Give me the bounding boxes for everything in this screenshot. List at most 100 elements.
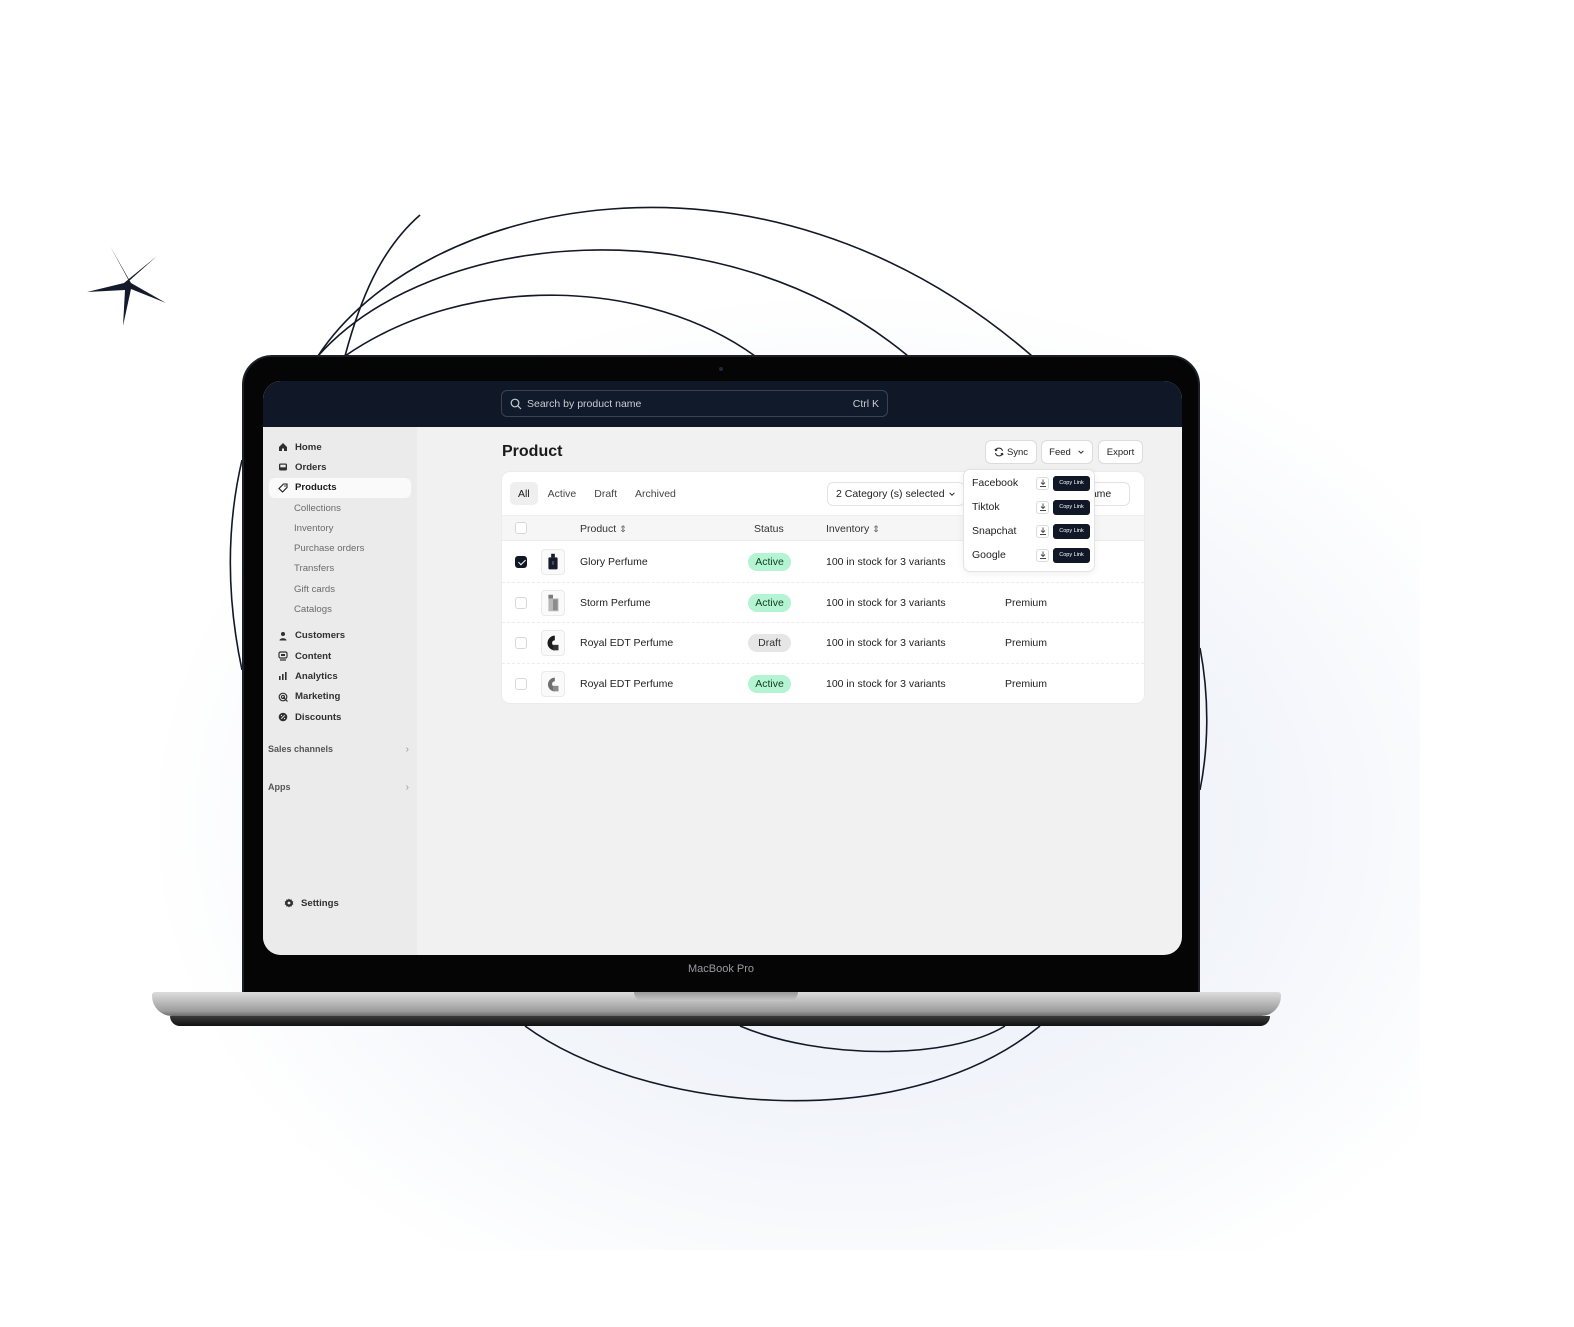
sidebar-item-label: Settings bbox=[301, 897, 339, 909]
sidebar-item-products[interactable]: Products bbox=[269, 477, 411, 498]
inventory-text: 100 in stock for 3 variants bbox=[826, 677, 946, 690]
export-button[interactable]: Export bbox=[1098, 440, 1143, 464]
status-badge: Active bbox=[748, 553, 791, 571]
sidebar-item-settings[interactable]: Settings bbox=[275, 893, 339, 913]
chevron-down-icon bbox=[948, 492, 955, 496]
product-type: Premium bbox=[1005, 677, 1048, 690]
sparkle-icon bbox=[87, 246, 166, 326]
copy-link-button[interactable]: Copy Link bbox=[1053, 499, 1090, 515]
sidebar-item-label: Discounts bbox=[295, 711, 342, 723]
camera-dot bbox=[719, 367, 723, 371]
feed-name: Tiktok bbox=[972, 501, 1000, 513]
tab-all[interactable]: All bbox=[510, 482, 538, 505]
sidebar-item-analytics[interactable]: Analytics bbox=[269, 666, 411, 686]
sidebar: Home Orders Products Collections Invento… bbox=[263, 427, 417, 955]
tab-active[interactable]: Active bbox=[540, 482, 585, 505]
laptop-base bbox=[152, 992, 1281, 1016]
product-name[interactable]: Storm Perfume bbox=[580, 597, 651, 609]
product-name[interactable]: Royal EDT Perfume bbox=[580, 678, 673, 690]
product-type: Premium bbox=[1005, 637, 1048, 649]
row-checkbox[interactable] bbox=[515, 637, 527, 649]
sidebar-item-home[interactable]: Home bbox=[269, 437, 411, 457]
copy-link-button[interactable]: Copy Link bbox=[1053, 475, 1090, 491]
tag-icon bbox=[277, 482, 288, 493]
feed-name: Facebook bbox=[972, 477, 1019, 489]
copy-link-button[interactable]: Copy Link bbox=[1053, 523, 1090, 539]
gear-icon bbox=[283, 898, 294, 909]
feed-item-facebook: Facebook Copy Link bbox=[972, 473, 1090, 493]
tab-draft[interactable]: Draft bbox=[586, 482, 625, 505]
sync-icon bbox=[994, 447, 1004, 457]
row-checkbox[interactable] bbox=[515, 677, 527, 690]
inventory-text: 100 in stock for 3 variants bbox=[826, 556, 946, 568]
sync-button[interactable]: Sync bbox=[985, 440, 1037, 464]
page-title: Product bbox=[502, 443, 563, 460]
sidebar-subitem-collections[interactable]: Collections bbox=[269, 498, 411, 518]
feed-item-snapchat: Snapchat Copy Link bbox=[972, 521, 1090, 541]
discount-icon bbox=[277, 712, 288, 723]
download-button[interactable] bbox=[1036, 476, 1049, 490]
laptop-lid: Search by product name Ctrl K Home Order… bbox=[242, 355, 1200, 995]
column-label: Product bbox=[580, 523, 617, 535]
status-badge: Active bbox=[748, 674, 791, 693]
chevron-down-icon bbox=[1078, 450, 1084, 454]
feed-name: Google bbox=[972, 549, 1006, 561]
search-input[interactable]: Search by product name Ctrl K bbox=[501, 390, 888, 417]
app-screen: Search by product name Ctrl K Home Order… bbox=[263, 381, 1182, 955]
sidebar-item-label: Customers bbox=[295, 630, 346, 642]
sidebar-item-customers[interactable]: Customers bbox=[269, 626, 411, 646]
product-name[interactable]: Royal EDT Perfume bbox=[580, 637, 673, 649]
download-icon bbox=[1039, 551, 1046, 559]
content-icon bbox=[277, 651, 288, 662]
sync-label: Sync bbox=[1006, 446, 1029, 458]
row-checkbox[interactable] bbox=[515, 596, 527, 609]
sidebar-section-apps[interactable]: Apps › bbox=[267, 777, 413, 797]
section-label: Sales channels bbox=[268, 744, 334, 755]
sidebar-item-content[interactable]: Content bbox=[269, 646, 411, 666]
sidebar-item-discounts[interactable]: Discounts bbox=[269, 707, 411, 727]
copy-link-button[interactable]: Copy Link bbox=[1053, 547, 1090, 563]
sidebar-subitem-purchase-orders[interactable]: Purchase orders bbox=[269, 538, 411, 558]
sidebar-item-label: Marketing bbox=[295, 691, 341, 703]
product-name[interactable]: Glory Perfume bbox=[580, 556, 648, 568]
row-checkbox[interactable] bbox=[515, 556, 527, 568]
feed-dropdown-button[interactable]: Feed bbox=[1041, 440, 1093, 464]
column-header-inventory[interactable]: Inventory ⇕ bbox=[826, 523, 880, 535]
table-row[interactable]: Royal EDT Perfume Active 100 in stock fo… bbox=[502, 664, 1144, 704]
column-header-product[interactable]: Product ⇕ bbox=[580, 523, 627, 535]
sidebar-subitem-catalogs[interactable]: Catalogs bbox=[269, 599, 411, 619]
sidebar-subitem-inventory[interactable]: Inventory bbox=[269, 518, 411, 538]
sort-icon: ⇕ bbox=[872, 524, 880, 534]
laptop-base-shadow bbox=[170, 1016, 1270, 1026]
bar-chart-icon bbox=[277, 671, 288, 682]
sidebar-item-marketing[interactable]: Marketing bbox=[269, 687, 411, 707]
table-row[interactable]: Storm Perfume Active 100 in stock for 3 … bbox=[502, 583, 1144, 623]
sidebar-section-sales-channels[interactable]: Sales channels › bbox=[267, 739, 413, 759]
column-header-status: Status bbox=[754, 523, 784, 535]
sidebar-item-orders[interactable]: Orders bbox=[269, 457, 411, 477]
table-row[interactable]: Royal EDT Perfume Draft 100 in stock for… bbox=[502, 623, 1144, 664]
download-icon bbox=[1039, 479, 1046, 487]
search-icon bbox=[510, 398, 522, 409]
download-button[interactable] bbox=[1036, 548, 1049, 562]
download-button[interactable] bbox=[1036, 500, 1049, 514]
person-icon bbox=[277, 630, 288, 641]
product-thumbnail bbox=[541, 589, 565, 616]
sort-icon: ⇕ bbox=[619, 524, 627, 534]
feed-dropdown-menu: Facebook Copy Link Tiktok Copy Link Snap… bbox=[963, 469, 1095, 572]
download-icon bbox=[1039, 527, 1046, 535]
select-all-checkbox[interactable] bbox=[515, 522, 527, 534]
inbox-icon bbox=[277, 462, 288, 473]
section-label: Apps bbox=[268, 782, 291, 793]
sidebar-subitem-transfers[interactable]: Transfers bbox=[269, 559, 411, 579]
feed-item-tiktok: Tiktok Copy Link bbox=[972, 497, 1090, 517]
product-thumbnail bbox=[541, 670, 565, 697]
feed-item-google: Google Copy Link bbox=[972, 545, 1090, 565]
product-type: Premium bbox=[1005, 596, 1048, 609]
search-placeholder: Search by product name bbox=[527, 397, 642, 410]
tab-archived[interactable]: Archived bbox=[627, 482, 684, 505]
category-filter-select[interactable]: 2 Category (s) selected bbox=[827, 482, 965, 506]
sidebar-subitem-gift-cards[interactable]: Gift cards bbox=[269, 579, 411, 599]
sidebar-item-label: Orders bbox=[295, 461, 327, 473]
download-button[interactable] bbox=[1036, 524, 1049, 538]
